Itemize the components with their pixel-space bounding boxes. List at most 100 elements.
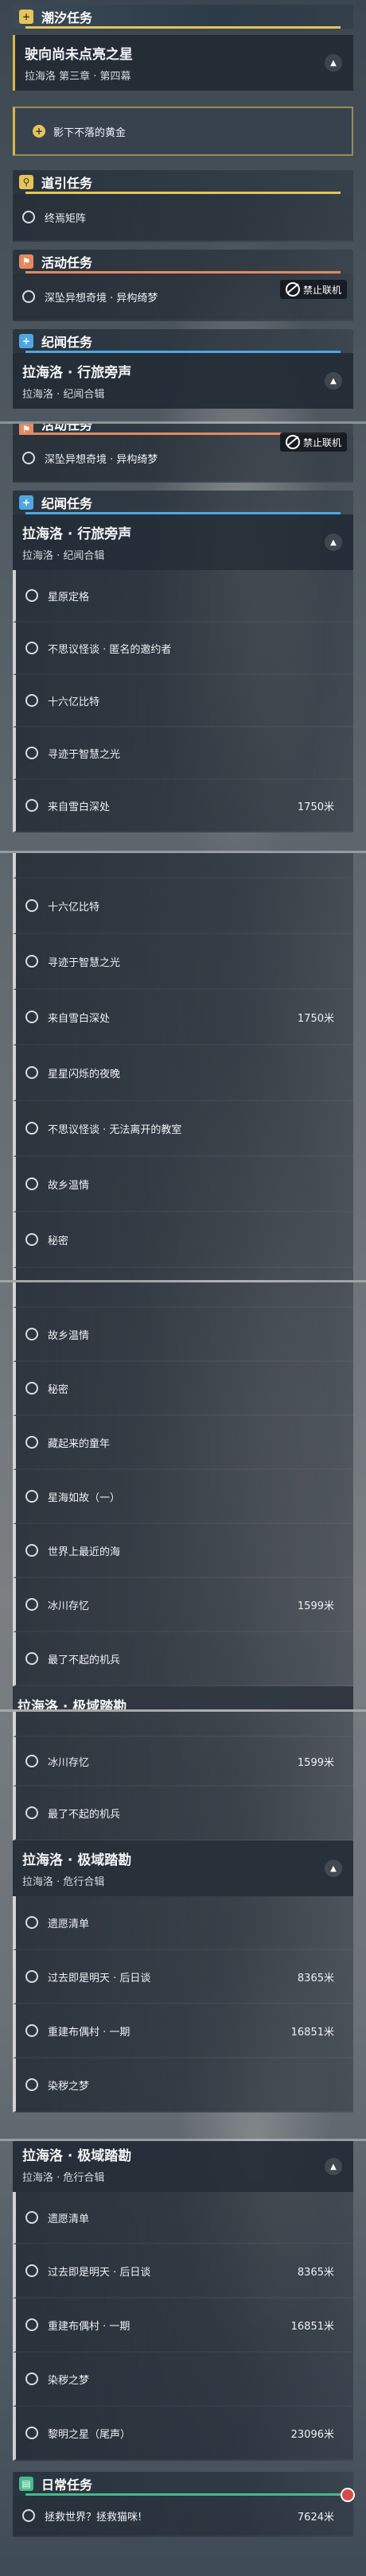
quest-name: 终焉矩阵 xyxy=(45,212,87,225)
list-item[interactable]: 来自雪白深处 1750米 xyxy=(13,780,353,832)
quest-name: 十六亿比特 xyxy=(48,696,100,708)
flag-icon: ⚑ xyxy=(19,254,33,269)
status-circle-icon xyxy=(25,1122,38,1135)
chevron-up-icon[interactable]: ▲ xyxy=(325,533,342,551)
list-item[interactable]: 星星闪烁的夜晚 xyxy=(13,1046,353,1101)
chevron-up-icon[interactable]: ▲ xyxy=(325,2158,342,2175)
list-item[interactable]: 世界上最近的海 xyxy=(13,1524,353,1578)
list-item[interactable]: 最了不起的机兵 xyxy=(13,1787,353,1841)
section-header-tidal[interactable]: + 潮汐任务 xyxy=(13,5,353,29)
panel-segment-6: 拉海洛 · 极域踏勘 拉海洛 · 危行合辑 ▲ 遗愿清单 过去即是明天 · 后日… xyxy=(0,2141,366,2576)
status-circle-icon xyxy=(25,955,38,968)
chronicle-header[interactable]: 拉海洛 · 极域踏勘 xyxy=(13,1686,353,1709)
list-item[interactable]: 深坠异想奇境 · 异构绮梦 禁止联机 xyxy=(13,433,353,483)
list-item[interactable]: 十六亿比特 xyxy=(13,675,353,727)
quest-name: 秘密 xyxy=(48,1383,69,1396)
list-item[interactable]: 星原定格 xyxy=(13,570,353,623)
section-title: 日常任务 xyxy=(41,2477,93,2493)
chronicle-subtitle: 拉海洛 · 危行合辑 xyxy=(22,2172,105,2184)
quest-name: 故乡温情 xyxy=(48,1179,90,1192)
chronicle-title: 拉海洛 · 极域踏勘 xyxy=(22,1852,132,1868)
list-item[interactable]: 深坠异想奇境 · 异构绮梦 禁止联机 xyxy=(13,274,353,321)
tracked-step-label: 影下不落的黄金 xyxy=(53,126,127,139)
status-circle-icon xyxy=(22,452,35,464)
list-item[interactable]: 染秽之梦 xyxy=(13,2353,353,2407)
section-title: 道引任务 xyxy=(41,176,93,191)
section-header-daily[interactable]: ▤ 日常任务 xyxy=(13,2472,353,2496)
quest-name: 遗愿清单 xyxy=(48,1918,90,1930)
quest-name: 最了不起的机兵 xyxy=(48,1654,121,1666)
chronicle-card[interactable]: 拉海洛 · 极域踏勘 拉海洛 · 危行合辑 ▲ xyxy=(13,1841,353,1896)
list-item[interactable]: 故乡温情 xyxy=(13,1308,353,1362)
list-item[interactable]: 重建布偶村 · 一期 16851米 xyxy=(13,2004,353,2058)
list-item[interactable] xyxy=(13,1282,353,1308)
list-item[interactable]: 来自雪白深处 1750米 xyxy=(13,990,353,1046)
chevron-up-icon[interactable]: ▲ xyxy=(325,1860,342,1877)
main-quest-card[interactable]: 驶向尚未点亮之星 拉海洛 第三章 · 第四幕 ▲ xyxy=(13,35,353,91)
no-multiplayer-icon xyxy=(285,435,300,449)
list-item[interactable]: 寻迹于智慧之光 xyxy=(13,934,353,990)
status-circle-icon xyxy=(25,1436,38,1449)
quest-name: 不思议怪谈 · 无法离开的教室 xyxy=(48,1123,182,1136)
quest-name: 过去即是明天 · 后日谈 xyxy=(48,2266,151,2279)
quest-name: 重建布偶村 · 一期 xyxy=(48,2320,130,2333)
chronicle-card[interactable]: 拉海洛 · 极域踏勘 拉海洛 · 危行合辑 ▲ xyxy=(13,2141,353,2192)
list-item[interactable]: 冰川存忆 1599米 xyxy=(13,1737,353,1787)
list-item[interactable]: 故乡温情 xyxy=(13,1157,353,1212)
chronicle-card[interactable]: 拉海洛 · 行旅旁声 拉海洛 · 纪闻合辑 ▲ xyxy=(13,353,353,409)
section-header-event[interactable]: ⚑ 活动任务 xyxy=(13,250,353,274)
distance: 1750米 xyxy=(297,1012,334,1025)
list-item[interactable]: 过去即是明天 · 后日谈 8365米 xyxy=(13,1950,353,2004)
distance: 1599米 xyxy=(297,1600,334,1612)
status-circle-icon xyxy=(25,2024,38,2037)
section-title: 纪闻任务 xyxy=(41,496,93,511)
list-item[interactable]: 秘密 xyxy=(13,1362,353,1416)
status-circle-icon xyxy=(25,1598,38,1611)
list-item[interactable]: 最了不起的机兵 xyxy=(13,1632,353,1686)
list-item[interactable] xyxy=(13,853,353,879)
no-multiplayer-icon xyxy=(285,282,300,297)
quest-name: 不思议怪谈 · 匿名的邀约者 xyxy=(48,643,172,656)
list-item[interactable]: 十六亿比特 xyxy=(13,879,353,934)
list-item[interactable]: 重建布偶村 · 一期 16851米 xyxy=(13,2299,353,2353)
status-circle-icon xyxy=(25,2318,38,2331)
tracked-step[interactable]: + 影下不落的黄金 xyxy=(13,107,353,156)
list-item[interactable]: 冰川存忆 1599米 xyxy=(13,1578,353,1632)
list-item[interactable]: 星海如故（一） xyxy=(13,1470,353,1524)
status-circle-icon xyxy=(25,747,38,759)
list-item[interactable]: 黎明之星（尾声） 23096米 xyxy=(13,2407,353,2461)
list-item[interactable]: 秘密 xyxy=(13,1212,353,1268)
list-item[interactable]: 寻迹于智慧之光 xyxy=(13,727,353,780)
status-circle-icon xyxy=(25,1652,38,1665)
quest-name: 寻迹于智慧之光 xyxy=(48,956,121,969)
quest-name: 深坠异想奇境 · 异构绮梦 xyxy=(45,292,158,305)
chevron-up-icon[interactable]: ▲ xyxy=(325,372,342,390)
status-circle-icon xyxy=(25,1755,38,1767)
quest-title: 驶向尚未点亮之星 xyxy=(25,47,133,63)
list-item[interactable]: 遗愿清单 xyxy=(13,2192,353,2244)
list-item[interactable]: 不思议怪谈 · 匿名的邀约者 xyxy=(13,623,353,675)
section-header-chronicle[interactable]: + 纪闻任务 xyxy=(13,329,353,353)
notification-dot xyxy=(341,2488,355,2502)
list-item[interactable]: 藏起来的童年 xyxy=(13,1416,353,1470)
list-item[interactable]: 染秽之梦 xyxy=(13,2058,353,2112)
section-header-guide[interactable]: ⚲ 道引任务 xyxy=(13,170,353,194)
section-title: 活动任务 xyxy=(41,255,93,270)
chronicle-subtitle: 拉海洛 · 纪闻合辑 xyxy=(22,389,105,401)
list-item[interactable]: 遗愿清单 xyxy=(13,1896,353,1950)
status-circle-icon xyxy=(25,1806,38,1819)
chronicle-card[interactable]: 拉海洛 · 行旅旁声 拉海洛 · 纪闻合辑 ▲ xyxy=(13,514,353,570)
status-circle-icon xyxy=(25,1233,38,1246)
distance: 8365米 xyxy=(297,2266,334,2279)
list-item[interactable] xyxy=(13,1712,353,1737)
chevron-up-icon[interactable]: ▲ xyxy=(325,54,342,72)
list-item[interactable]: 藏起来的童年 xyxy=(13,1268,353,1280)
lock-label: 禁止联机 xyxy=(302,436,341,448)
section-header-chronicle[interactable]: + 纪闻任务 xyxy=(13,491,353,514)
list-item[interactable]: 不思议怪谈 · 无法离开的教室 xyxy=(13,1101,353,1157)
list-item[interactable]: 拯救世界？拯救猫咪! 7624米 xyxy=(13,2488,355,2537)
quest-name: 深坠异想奇境 · 异构绮梦 xyxy=(45,453,158,466)
quest-name: 来自雪白深处 xyxy=(48,1012,111,1025)
list-item[interactable]: 终焉矩阵 xyxy=(13,194,353,242)
list-item[interactable]: 过去即是明天 · 后日谈 8365米 xyxy=(13,2244,353,2299)
